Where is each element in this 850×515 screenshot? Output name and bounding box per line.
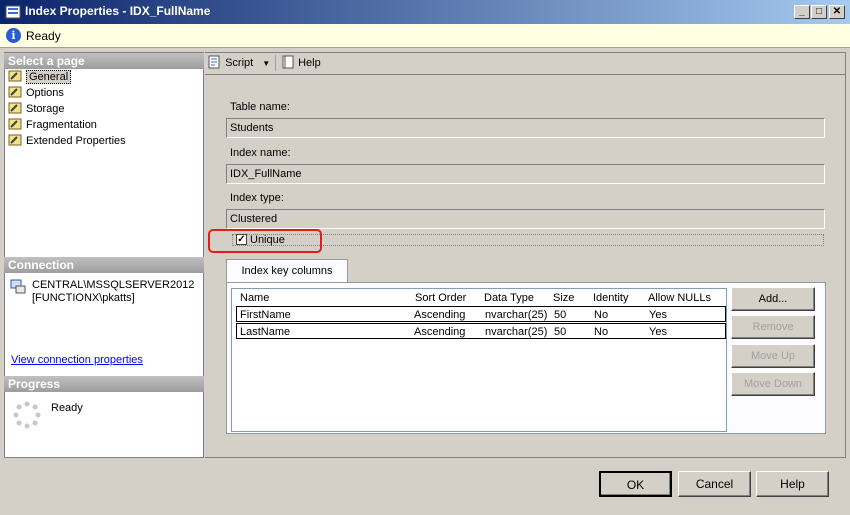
cell-size: 50 [554,326,567,338]
column-header-name[interactable]: Name [240,292,269,304]
wrench-page-icon [8,118,22,130]
progress-header: Progress [4,376,204,392]
cell-sort-order: Ascending [414,309,466,321]
add-button[interactable]: Add... [731,287,815,311]
move-up-button[interactable]: Move Up [731,344,815,368]
cell-name: FirstName [240,309,291,321]
cell-size: 50 [554,309,567,321]
table-name-label: Table name: [230,101,290,113]
index-type-label: Index type: [230,192,284,204]
page-item-fragmentation[interactable]: Fragmentation [8,117,97,133]
column-header-sort-order[interactable]: Sort Order [415,292,466,304]
table-row[interactable]: LastName Ascending nvarchar(25) 50 No Ye… [236,323,726,339]
cell-data-type: nvarchar(25) [485,309,548,321]
cell-allow-nulls: Yes [649,309,667,321]
move-down-button[interactable]: Move Down [731,372,815,396]
close-button[interactable]: ✕ [829,5,845,19]
cell-allow-nulls: Yes [649,326,667,338]
column-header-size[interactable]: Size [553,292,574,304]
connection-header: Connection [4,257,204,273]
help-label: Help [298,57,321,69]
unique-highlight-annotation [208,229,322,253]
tab-index-key-columns[interactable]: Index key columns [226,259,348,283]
cell-data-type: nvarchar(25) [485,326,548,338]
page-item-label: Extended Properties [26,135,126,147]
page-item-label: General [26,70,72,84]
page-item-label: Storage [26,103,65,115]
minimize-button[interactable]: _ [794,5,810,19]
help-toolbar-button[interactable]: Help [281,54,321,72]
page-item-storage[interactable]: Storage [8,101,65,117]
page-item-general[interactable]: General [8,69,72,85]
index-properties-icon [5,5,21,19]
wrench-page-icon [8,102,22,114]
script-icon [208,55,220,69]
server-connection-icon [10,279,26,294]
cell-sort-order: Ascending [414,326,466,338]
help-button[interactable]: Help [756,471,829,497]
script-button[interactable]: Script ▼ [208,54,270,72]
cell-name: LastName [240,326,291,338]
help-book-icon [282,55,294,69]
wrench-page-icon [8,86,22,98]
status-strip [0,24,850,48]
index-type-field[interactable]: Clustered [226,209,825,229]
column-header-allow-nulls[interactable]: Allow NULLs [648,292,711,304]
info-icon: i [6,28,21,43]
select-page-header: Select a page [4,53,204,69]
connection-user: [FUNCTIONX\pkatts] [32,292,135,304]
cell-identity: No [594,309,609,321]
window-title: Index Properties - IDX_FullName [25,4,211,18]
index-name-field[interactable]: IDX_FullName [226,164,825,184]
connection-server: CENTRAL\MSSQLSERVER2012 [32,279,195,291]
page-item-extended-properties[interactable]: Extended Properties [8,133,126,149]
index-name-label: Index name: [230,147,291,159]
toolbar-divider [205,74,846,75]
wrench-page-icon [8,70,22,82]
view-connection-properties-link[interactable]: View connection properties [11,354,143,366]
status-text: Ready [26,29,61,43]
wrench-page-icon [8,134,22,146]
title-bar: Index Properties - IDX_FullName _ □ ✕ [0,0,850,24]
progress-spinner-icon [13,401,41,429]
ok-button[interactable]: OK [599,471,672,497]
progress-status: Ready [51,402,83,414]
table-row[interactable]: FirstName Ascending nvarchar(25) 50 No Y… [236,306,726,322]
cell-identity: No [594,326,609,338]
column-header-data-type[interactable]: Data Type [484,292,534,304]
page-item-options[interactable]: Options [8,85,64,101]
remove-button[interactable]: Remove [731,315,815,339]
maximize-button[interactable]: □ [811,5,827,19]
table-name-field: Students [226,118,825,138]
toolbar-separator [275,55,276,71]
script-label: Script [225,57,254,69]
cancel-button[interactable]: Cancel [678,471,751,497]
column-header-identity[interactable]: Identity [593,292,628,304]
page-item-label: Fragmentation [26,119,97,131]
page-item-label: Options [26,87,64,99]
dropdown-arrow-icon[interactable]: ▼ [262,59,270,68]
